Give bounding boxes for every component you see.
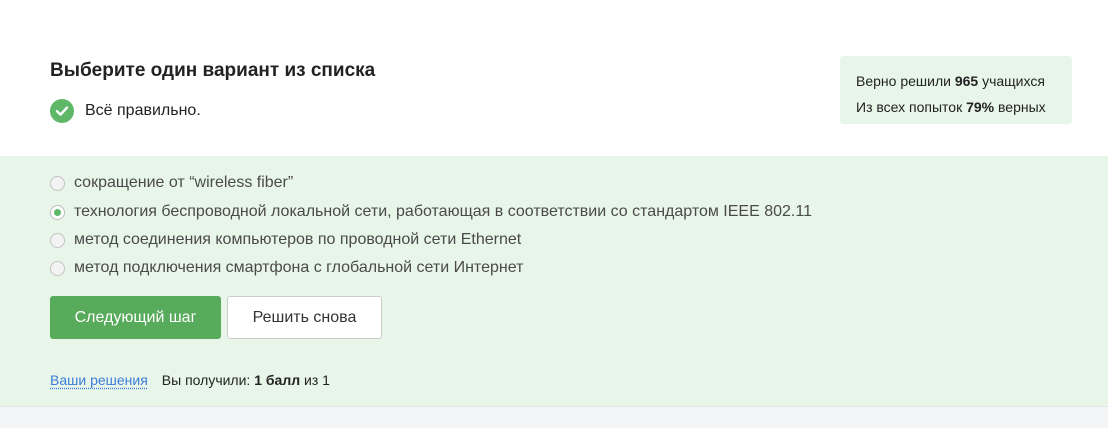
radio-button[interactable] [50,232,65,248]
step-title: Выберите один вариант из списка [50,60,376,81]
retry-button[interactable]: Решить снова [227,296,382,339]
option-3[interactable]: метод соединения компьютеров по проводно… [50,230,521,250]
page-bottom-strip [0,406,1108,428]
next-step-button[interactable]: Следующий шаг [50,296,221,339]
answer-area: сокращение от “wireless fiber” технологи… [0,156,1108,406]
check-circle-icon [50,99,74,123]
percent-prefix: Из всех попыток [856,99,967,115]
checkmark-icon [55,106,69,116]
option-label: метод соединения компьютеров по проводно… [74,231,522,248]
stats-panel: Верно решили 965 учащихся Из всех попыто… [840,56,1072,124]
solved-count: 965 [954,73,979,89]
solved-suffix: учащихся [978,73,1045,89]
solved-count-line: Верно решили 965 учащихся [856,68,1072,94]
score-value: 1 балл [254,372,301,388]
radio-button[interactable] [50,175,65,191]
option-label: технология беспроводной локальной сети, … [74,203,812,220]
step-header: Выберите один вариант из списка Всё прав… [0,0,1108,156]
option-4[interactable]: метод подключения смартфона с глобальной… [50,258,523,278]
radio-button-selected[interactable] [50,204,65,220]
option-1[interactable]: сокращение от “wireless fiber” [50,173,293,193]
radio-button[interactable] [50,260,65,276]
score-suffix: из 1 [300,372,330,388]
correct-percent: 79% [966,99,995,115]
result-status: Всё правильно. [50,99,201,123]
score-text: Вы получили: 1 балл из 1 [162,372,330,388]
submission-footer: Ваши решения Вы получили: 1 балл из 1 [50,370,330,390]
option-2[interactable]: технология беспроводной локальной сети, … [50,202,812,222]
radio-dot-icon [54,208,61,216]
your-solutions-link[interactable]: Ваши решения [50,372,148,388]
percent-suffix: верных [994,99,1046,115]
correct-percent-line: Из всех попыток 79% верных [856,94,1072,120]
result-message: Всё правильно. [85,102,201,119]
option-label: метод подключения смартфона с глобальной… [74,259,524,276]
score-prefix: Вы получили: [161,372,255,388]
solved-prefix: Верно решили [856,73,955,89]
option-label: сокращение от “wireless fiber” [74,174,294,191]
